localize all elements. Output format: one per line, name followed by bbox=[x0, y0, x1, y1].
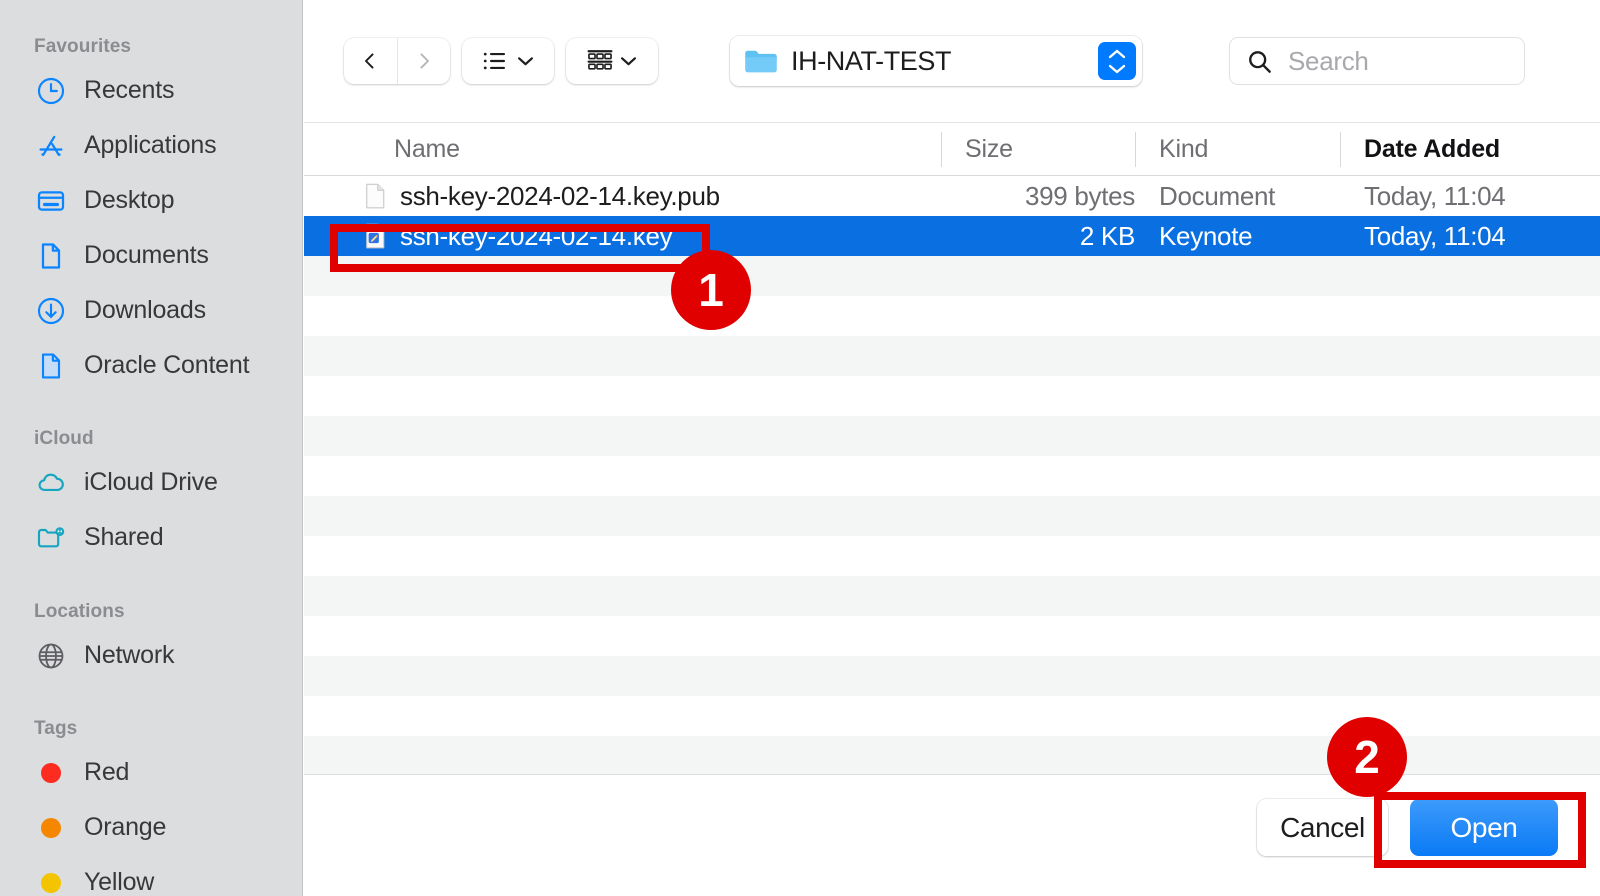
sidebar-item-label: Documents bbox=[84, 241, 209, 269]
sidebar-item-label: Desktop bbox=[84, 186, 175, 214]
sidebar-item-documents[interactable]: Documents bbox=[0, 228, 209, 283]
file-size: 2 KB bbox=[1079, 220, 1135, 251]
sidebar-section-icloud: iCloud bbox=[34, 428, 94, 449]
sidebar-item-shared[interactable]: Shared bbox=[0, 510, 164, 565]
chevron-down-icon bbox=[517, 57, 534, 66]
file-open-dialog: Favourites Recents Applications Desktop … bbox=[0, 0, 1600, 896]
globe-icon bbox=[34, 639, 68, 673]
sidebar-item-tag-yellow[interactable]: Yellow bbox=[0, 855, 154, 896]
path-stepper-icon[interactable] bbox=[1098, 42, 1136, 80]
search-icon bbox=[1246, 48, 1273, 75]
oracle-content-icon bbox=[34, 349, 68, 383]
folder-icon bbox=[744, 47, 778, 75]
file-name: ssh-key-2024-02-14.key.pub bbox=[400, 180, 720, 211]
column-header-date-added[interactable]: Date Added bbox=[1364, 123, 1500, 175]
annotation-badge-step-1: 1 bbox=[671, 250, 751, 330]
column-divider[interactable] bbox=[941, 132, 942, 167]
download-icon bbox=[34, 294, 68, 328]
cancel-button[interactable]: Cancel bbox=[1257, 799, 1388, 856]
forward-button[interactable] bbox=[396, 38, 451, 84]
sidebar-item-tag-red[interactable]: Red bbox=[0, 745, 129, 800]
search-placeholder: Search bbox=[1288, 45, 1369, 76]
path-popup-label: IH-NAT-TEST bbox=[791, 45, 952, 76]
file-size: 399 bytes bbox=[1024, 180, 1135, 211]
column-divider[interactable] bbox=[1135, 132, 1136, 167]
file-list[interactable]: ssh-key-2024-02-14.key.pub 399 bytes Doc… bbox=[304, 176, 1600, 774]
column-header-kind[interactable]: Kind bbox=[1159, 123, 1208, 175]
keynote-document-icon bbox=[360, 221, 390, 251]
sidebar-item-recents[interactable]: Recents bbox=[0, 63, 175, 118]
document-icon bbox=[34, 239, 68, 273]
search-input[interactable]: Search bbox=[1229, 37, 1525, 85]
chevron-down-icon bbox=[620, 57, 637, 66]
sidebar: Favourites Recents Applications Desktop … bbox=[0, 0, 303, 896]
desktop-icon bbox=[34, 184, 68, 218]
annotation-badge-step-2: 2 bbox=[1327, 717, 1407, 797]
sidebar-item-applications[interactable]: Applications bbox=[0, 118, 217, 173]
file-date-added: Today, 11:04 bbox=[1364, 220, 1506, 251]
back-button[interactable] bbox=[344, 38, 397, 84]
row-stripe bbox=[304, 256, 1600, 296]
column-header-name[interactable]: Name bbox=[394, 123, 460, 175]
sidebar-item-label: iCloud Drive bbox=[84, 468, 218, 496]
clock-icon bbox=[34, 74, 68, 108]
column-header-row: Name Size Kind Date Added bbox=[304, 122, 1600, 176]
sidebar-item-label: Shared bbox=[84, 523, 164, 551]
sidebar-item-icloud-drive[interactable]: iCloud Drive bbox=[0, 455, 218, 510]
view-mode-button[interactable] bbox=[462, 38, 554, 84]
sidebar-item-label: Recents bbox=[84, 76, 175, 104]
row-stripe bbox=[304, 496, 1600, 536]
open-button[interactable]: Open bbox=[1410, 799, 1558, 856]
sidebar-item-network[interactable]: Network bbox=[0, 628, 174, 683]
sidebar-item-label: Red bbox=[84, 758, 130, 786]
row-stripe bbox=[304, 576, 1600, 616]
row-stripe bbox=[304, 416, 1600, 456]
tag-dot-icon bbox=[34, 866, 68, 896]
file-name: ssh-key-2024-02-14.key bbox=[400, 220, 673, 251]
sidebar-item-label: Applications bbox=[84, 131, 217, 159]
file-kind: Keynote bbox=[1159, 220, 1253, 251]
row-stripe bbox=[304, 656, 1600, 696]
navigation-buttons bbox=[344, 38, 450, 84]
shared-folder-icon bbox=[34, 521, 68, 555]
sidebar-item-desktop[interactable]: Desktop bbox=[0, 173, 175, 228]
column-header-size[interactable]: Size bbox=[965, 123, 1013, 175]
toolbar: IH-NAT-TEST Search bbox=[304, 0, 1600, 122]
column-divider[interactable] bbox=[1340, 132, 1341, 167]
sidebar-item-tag-orange[interactable]: Orange bbox=[0, 800, 166, 855]
sidebar-section-locations: Locations bbox=[34, 601, 125, 622]
sidebar-section-favourites: Favourites bbox=[34, 36, 132, 57]
sidebar-item-label: Orange bbox=[84, 813, 167, 841]
sidebar-item-downloads[interactable]: Downloads bbox=[0, 283, 206, 338]
table-row-selected[interactable]: ssh-key-2024-02-14.key 2 KB Keynote Toda… bbox=[304, 216, 1600, 256]
tag-dot-icon bbox=[34, 756, 68, 790]
sidebar-item-label: Network bbox=[84, 641, 175, 669]
plain-document-icon bbox=[360, 181, 390, 211]
sidebar-item-label: Oracle Content bbox=[84, 351, 250, 379]
path-popup-button[interactable]: IH-NAT-TEST bbox=[730, 36, 1142, 86]
table-row[interactable]: ssh-key-2024-02-14.key.pub 399 bytes Doc… bbox=[304, 176, 1600, 216]
tag-dot-icon bbox=[34, 811, 68, 845]
applications-icon bbox=[34, 129, 68, 163]
cloud-icon bbox=[34, 466, 68, 500]
file-date-added: Today, 11:04 bbox=[1364, 180, 1506, 211]
sidebar-item-label: Downloads bbox=[84, 296, 206, 324]
file-kind: Document bbox=[1159, 180, 1276, 211]
sidebar-item-oracle-content[interactable]: Oracle Content bbox=[0, 338, 250, 393]
row-stripe bbox=[304, 336, 1600, 376]
sidebar-item-label: Yellow bbox=[84, 868, 155, 896]
dialog-footer: Cancel Open bbox=[304, 774, 1600, 896]
group-by-button[interactable] bbox=[566, 38, 658, 84]
sidebar-section-tags: Tags bbox=[34, 718, 78, 739]
